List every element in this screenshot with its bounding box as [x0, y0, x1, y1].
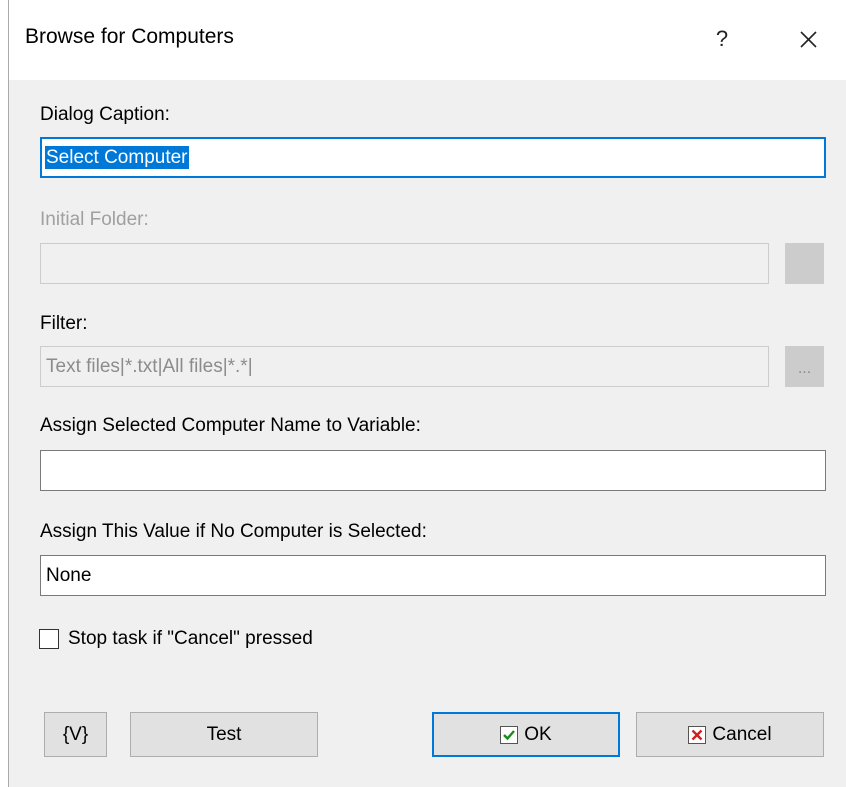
dialog-caption-label: Dialog Caption: — [40, 104, 170, 125]
test-button[interactable]: Test — [130, 712, 318, 757]
stop-task-label: Stop task if "Cancel" pressed — [68, 628, 313, 649]
stop-task-checkbox[interactable] — [39, 629, 59, 649]
assign-variable-label: Assign Selected Computer Name to Variabl… — [40, 415, 421, 436]
cancel-label: Cancel — [712, 724, 772, 745]
filter-label: Filter: — [40, 313, 88, 334]
assign-variable-input[interactable] — [40, 450, 826, 491]
close-icon — [800, 31, 817, 48]
variables-button[interactable]: {V} — [44, 712, 107, 757]
initial-folder-input[interactable] — [40, 243, 769, 284]
window-title: Browse for Computers — [25, 25, 234, 48]
x-icon — [688, 725, 707, 744]
filter-browse-button[interactable]: ... — [785, 346, 824, 387]
dialog-caption-value: Select Computer — [45, 146, 189, 169]
help-button[interactable]: ? — [697, 16, 747, 62]
ok-button[interactable]: OK — [432, 712, 620, 757]
initial-folder-browse-button[interactable] — [785, 243, 824, 284]
browse-for-computers-dialog: Browse for Computers ? Dialog Caption: S… — [8, 0, 846, 787]
dialog-caption-input[interactable]: Select Computer — [40, 137, 826, 178]
cancel-button[interactable]: Cancel — [636, 712, 824, 757]
default-value-input[interactable]: None — [40, 555, 826, 596]
title-bar: Browse for Computers ? — [9, 0, 846, 80]
checkmark-icon — [500, 725, 519, 744]
filter-input[interactable]: Text files|*.txt|All files|*.*| — [40, 346, 769, 387]
initial-folder-label: Initial Folder: — [40, 209, 149, 230]
default-value-label: Assign This Value if No Computer is Sele… — [40, 521, 427, 542]
ok-label: OK — [524, 724, 552, 745]
close-button[interactable] — [783, 16, 833, 62]
